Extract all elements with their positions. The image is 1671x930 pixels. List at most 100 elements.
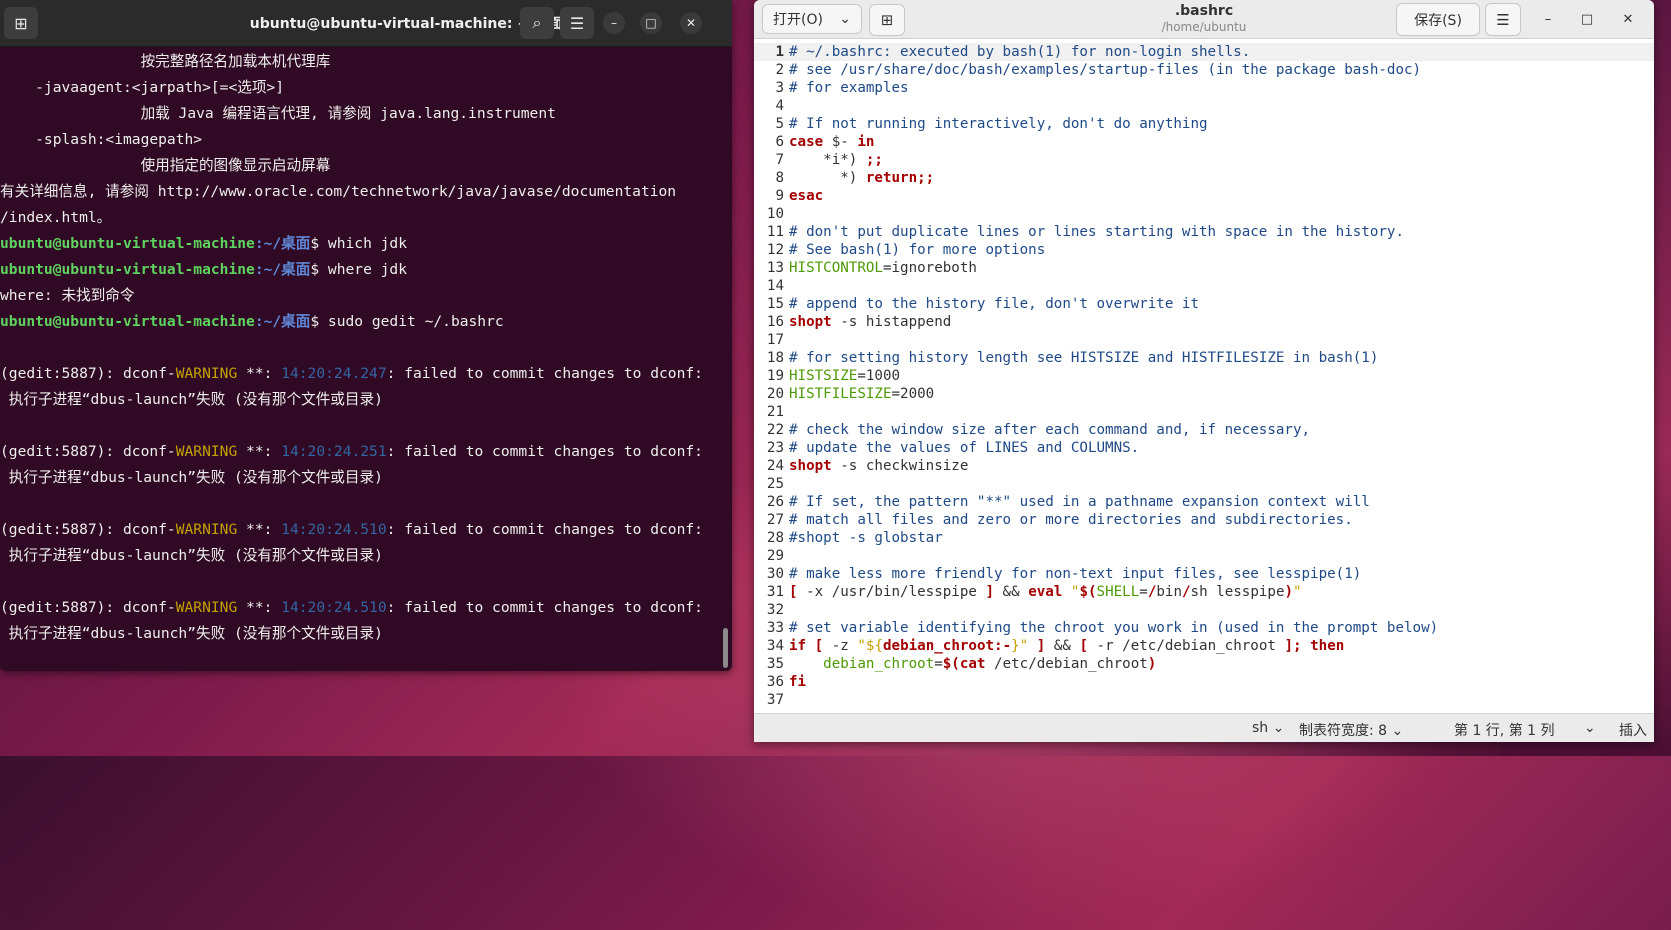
line-source: *i*) ;; <box>789 151 883 169</box>
line-source: # If not running interactively, don't do… <box>789 115 1208 133</box>
terminal-line: /index.html。 <box>0 205 718 231</box>
terminal-text: 加载 Java 编程语言代理, 请参阅 java.lang.instrument <box>0 105 556 122</box>
code-editor[interactable]: 1 # ~/.bashrc: executed by bash(1) for no… <box>754 43 1654 713</box>
terminal-line: where: 未找到命令 <box>0 283 718 309</box>
code-token: return;; <box>865 170 935 186</box>
line-source: *) return;; <box>789 169 934 187</box>
code-token: $- <box>823 134 858 150</box>
line-source: # See bash(1) for more options <box>789 241 1045 259</box>
maximize-icon[interactable]: □ <box>640 12 662 34</box>
line-number: 2 <box>775 62 784 78</box>
terminal-line: 执行子进程“dbus-launch”失败 (没有那个文件或目录) <box>0 621 718 647</box>
terminal-scrollbar[interactable] <box>723 628 728 668</box>
terminal-line: ubuntu@ubuntu-virtual-machine:~/桌面$ whic… <box>0 231 718 257</box>
line-source: # update the values of LINES and COLUMNS… <box>789 439 1139 457</box>
gedit-headerbar: 打开(O) ⌄ ⊞ .bashrc /home/ubuntu 保存(S) ☰ –… <box>754 0 1654 39</box>
insert-mode[interactable]: 插入 <box>1619 720 1647 740</box>
line-source: debian_chroot=$(cat /etc/debian_chroot) <box>789 655 1156 673</box>
line-number: 8 <box>775 170 784 186</box>
line-number: 9 <box>775 188 784 204</box>
code-line: 14 <box>754 277 1654 295</box>
line-source: # for examples <box>789 79 909 97</box>
language-selector[interactable]: sh ⌄ <box>1252 720 1284 736</box>
search-icon[interactable]: ⌕ <box>520 7 554 39</box>
code-line: 9 esac <box>754 187 1654 205</box>
code-line: 4 <box>754 97 1654 115</box>
line-source: if [ -z "${debian_chroot:-}" ] && [ -r /… <box>789 637 1344 655</box>
menu-icon[interactable]: ☰ <box>1485 3 1521 36</box>
line-source: # make less more friendly for non-text i… <box>789 565 1361 583</box>
prompt-command: $ which jdk <box>310 235 408 252</box>
code-line: 18 # for setting history length see HISTS… <box>754 349 1654 367</box>
log-separator: **: <box>237 521 282 538</box>
line-source: esac <box>789 187 823 205</box>
line-source: #shopt -s globstar <box>789 529 943 547</box>
close-icon[interactable]: ✕ <box>680 12 702 34</box>
cursor-position[interactable]: 第 1 行, 第 1 列 <box>1454 720 1555 740</box>
code-line: 15 # append to the history file, don't ov… <box>754 295 1654 313</box>
code-token: # If not running interactively, don't do… <box>789 116 1208 132</box>
code-line: 27 # match all files and zero or more dir… <box>754 511 1654 529</box>
code-token: bin <box>1156 584 1182 600</box>
code-token: # See bash(1) for more options <box>789 242 1046 258</box>
menu-icon[interactable]: ☰ <box>560 7 594 39</box>
line-number: 21 <box>766 404 784 420</box>
code-token: -s histappend <box>831 314 952 330</box>
code-line: 5 # If not running interactively, don't d… <box>754 115 1654 133</box>
tab-width-selector[interactable]: 制表符宽度: 8 ⌄ <box>1299 720 1403 740</box>
code-token: / <box>1181 584 1191 600</box>
code-token: eval <box>1028 584 1063 600</box>
line-source: # append to the history file, don't over… <box>789 295 1199 313</box>
terminal-line: 执行子进程“dbus-launch”失败 (没有那个文件或目录) <box>0 465 718 491</box>
line-number: 1 <box>775 44 784 60</box>
line-source: fi <box>789 673 806 691</box>
line-source: # match all files and zero or more direc… <box>789 511 1353 529</box>
code-token: "${ <box>857 638 883 654</box>
code-token: -s checkwinsize <box>831 458 969 474</box>
line-number: 35 <box>766 656 784 672</box>
terminal-line: (gedit:5887): dconf-WARNING **: 14:20:24… <box>0 595 718 621</box>
terminal-output[interactable]: 按完整路径名加载本机代理库 -javaagent:<jarpath>[=<选项>… <box>0 46 718 671</box>
prompt-command: $ where jdk <box>310 261 408 278</box>
code-token: # set variable identifying the chroot yo… <box>789 620 1439 636</box>
minimize-icon[interactable]: – <box>1538 10 1558 28</box>
maximize-icon[interactable]: □ <box>1577 10 1597 28</box>
code-token: # for setting history length see HISTSIZ… <box>789 350 1379 366</box>
prompt-path: :~/桌面 <box>254 313 311 330</box>
log-message: : failed to commit changes to dconf: <box>386 521 703 538</box>
line-source: HISTSIZE=1000 <box>789 367 900 385</box>
terminal-line: 按完整路径名加载本机代理库 <box>0 49 718 75</box>
log-warning: WARNING <box>175 599 238 616</box>
tab-width-label: 制表符宽度: 8 <box>1299 723 1388 739</box>
code-line: 25 <box>754 475 1654 493</box>
save-button[interactable]: 保存(S) <box>1396 3 1480 36</box>
close-icon[interactable]: ✕ <box>1618 10 1638 28</box>
log-time: 14:20:24.247 <box>281 365 387 382</box>
terminal-text: 执行子进程“dbus-launch”失败 (没有那个文件或目录) <box>0 625 383 642</box>
log-message: : failed to commit changes to dconf: <box>386 365 703 382</box>
terminal-text: -javaagent:<jarpath>[=<选项>] <box>0 79 284 96</box>
position-chevron-icon[interactable]: ⌄ <box>1584 720 1596 736</box>
prompt-user: ubuntu@ubuntu-virtual-machine <box>0 261 255 278</box>
code-line: 21 <box>754 403 1654 421</box>
line-number: 20 <box>766 386 784 402</box>
terminal-line: (gedit:5887): dconf-WARNING **: 14:20:24… <box>0 361 718 387</box>
code-token: sh lesspipe <box>1190 584 1285 600</box>
code-token: in <box>857 134 875 150</box>
terminal-line: -javaagent:<jarpath>[=<选项>] <box>0 75 718 101</box>
line-number: 33 <box>766 620 784 636</box>
code-line: 12 # See bash(1) for more options <box>754 241 1654 259</box>
line-source: # check the window size after each comma… <box>789 421 1310 439</box>
minimize-icon[interactable]: – <box>603 12 625 34</box>
prompt-path: :~/桌面 <box>254 235 311 252</box>
code-line: 22 # check the window size after each com… <box>754 421 1654 439</box>
line-number: 29 <box>766 548 784 564</box>
terminal-text: 使用指定的图像显示启动屏幕 <box>0 157 331 174</box>
code-token: [ <box>1079 638 1089 654</box>
line-number: 25 <box>766 476 784 492</box>
code-token: ) <box>1147 656 1157 672</box>
code-token: $( <box>1079 584 1097 600</box>
